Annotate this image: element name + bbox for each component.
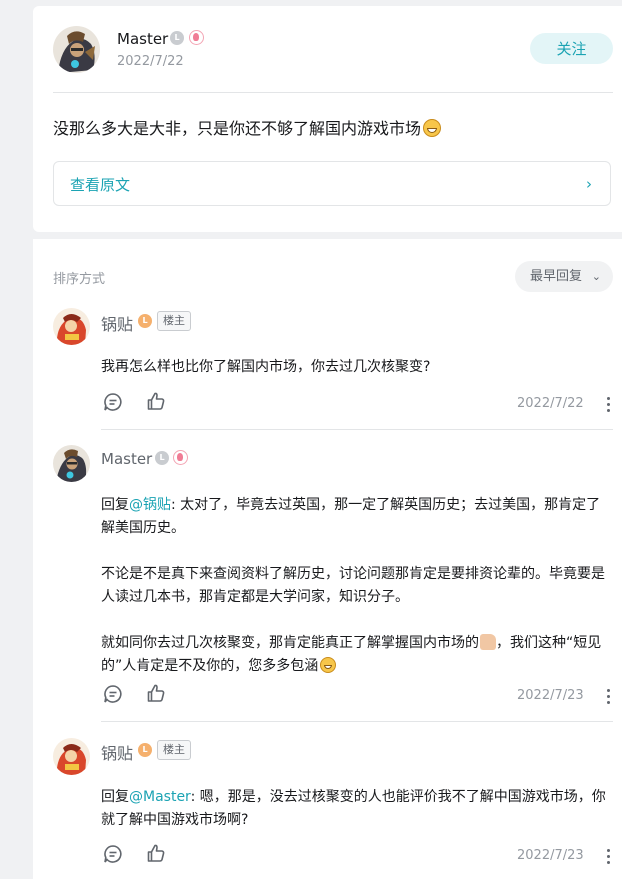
post-date: 2022/7/22 — [117, 54, 184, 69]
more-vertical-icon[interactable] — [607, 849, 611, 867]
comment-text: 回复@Master: 嗯，那是，没去过核聚变的人也能评价我不了解中国游戏市场，你… — [101, 789, 606, 828]
comment-bubble-icon[interactable] — [103, 392, 123, 412]
thumbs-up-icon[interactable] — [146, 683, 166, 703]
commenter-name[interactable]: 锅贴 — [101, 740, 133, 764]
comment-bubble-icon[interactable] — [103, 684, 123, 704]
grin-emoji-icon — [320, 657, 337, 673]
comment-text: 回复@锅贴: 太对了，毕竟去过英国，那一定了解英国历史；去过美国，那肯定了解美国… — [101, 497, 605, 674]
post-text: 没那么多大是大非，只是你还不够了解国内游戏市场 — [53, 115, 442, 139]
mention-link[interactable]: @Master — [129, 789, 191, 805]
commenter-name[interactable]: 锅贴 — [101, 311, 133, 335]
level-badge-icon: L — [138, 314, 152, 328]
sort-value: 最早回复 — [530, 269, 583, 284]
view-original-button[interactable]: 查看原文 › — [53, 161, 611, 206]
author-avatar[interactable] — [53, 26, 100, 73]
post-card: Master L 2022/7/22 关注 没那么多大是大非，只是你还不够了解国… — [33, 6, 622, 232]
chevron-right-icon: › — [586, 175, 592, 193]
view-original-label: 查看原文 — [70, 176, 131, 194]
commenter-avatar[interactable] — [53, 308, 90, 345]
post-divider — [53, 92, 613, 93]
commenter-name[interactable]: Master — [101, 450, 152, 468]
owner-tag: 楼主 — [157, 740, 191, 760]
commenter-avatar[interactable] — [53, 738, 90, 775]
comment-divider — [101, 429, 613, 430]
chevron-down-icon: ⌄ — [591, 270, 601, 283]
comment-text: 我再怎么样也比你了解国内市场，你去过几次核聚变? — [101, 359, 431, 375]
comment-date: 2022/7/23 — [517, 848, 584, 863]
grin-emoji-icon — [423, 119, 442, 137]
comments-card: 排序方式 最早回复 ⌄ 锅贴 L 楼主 我再怎么样也比你了解国内市场，你去过几次… — [33, 239, 622, 879]
more-vertical-icon[interactable] — [607, 689, 611, 707]
more-vertical-icon[interactable] — [607, 397, 611, 415]
comment-date: 2022/7/23 — [517, 688, 584, 703]
fan-badge-icon — [189, 30, 204, 45]
comment-divider — [101, 721, 613, 722]
mention-link[interactable]: @锅贴 — [129, 497, 171, 513]
thumbs-up-icon[interactable] — [146, 391, 166, 411]
level-badge-icon: L — [138, 743, 152, 757]
comment-date: 2022/7/22 — [517, 396, 584, 411]
owner-tag: 楼主 — [157, 311, 191, 331]
level-badge-icon: L — [170, 31, 184, 45]
author-name[interactable]: Master — [117, 30, 168, 48]
sort-dropdown[interactable]: 最早回复 ⌄ — [515, 261, 613, 292]
thumbs-up-emoji-icon — [480, 634, 496, 650]
fan-badge-icon — [173, 450, 188, 465]
level-badge-icon: L — [155, 451, 169, 465]
comment-bubble-icon[interactable] — [103, 844, 123, 864]
follow-button[interactable]: 关注 — [530, 33, 613, 64]
commenter-avatar[interactable] — [53, 445, 90, 482]
thumbs-up-icon[interactable] — [146, 843, 166, 863]
sort-label: 排序方式 — [53, 272, 106, 287]
